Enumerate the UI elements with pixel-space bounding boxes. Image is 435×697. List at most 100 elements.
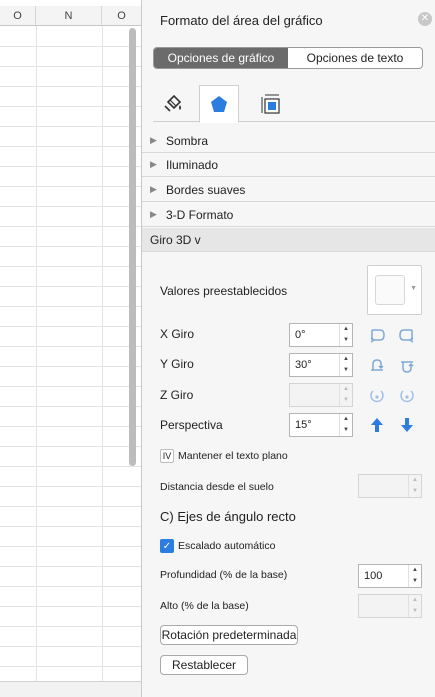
grid-line — [0, 266, 142, 267]
pane-title: Formato del área del gráfico — [160, 13, 323, 28]
column-header[interactable]: N — [36, 6, 102, 26]
tilt-down-icon[interactable] — [398, 356, 416, 374]
spreadsheet-grid[interactable]: O N O — [0, 0, 142, 697]
y-rotation-value: 30° — [295, 359, 312, 371]
stepper-down-icon[interactable]: ▼ — [409, 486, 421, 497]
grid-line — [0, 306, 142, 307]
stepper-down-icon[interactable]: ▼ — [340, 425, 352, 436]
grid-line — [0, 146, 142, 147]
autoscale-label: Escalado automático — [178, 540, 276, 552]
options-segmented-control: Opciones de gráfico Opciones de texto — [153, 47, 423, 69]
perspective-label: Perspectiva — [160, 418, 223, 432]
tilt-up-icon[interactable] — [368, 356, 386, 374]
presets-dropdown[interactable]: ▼ — [367, 265, 422, 315]
stepper-up-icon[interactable]: ▲ — [409, 565, 421, 576]
rotate-counterclockwise-icon[interactable] — [368, 386, 386, 404]
size-properties-icon[interactable] — [251, 85, 291, 122]
presets-label: Valores preestablecidos — [160, 284, 288, 298]
stepper-up-icon[interactable]: ▲ — [340, 354, 352, 365]
x-rotation-stepper[interactable]: 0° ▲ ▼ — [289, 323, 353, 347]
grid-line — [0, 86, 142, 87]
section-label: 3-D Formato — [166, 207, 234, 222]
tab-text-options[interactable]: Opciones de texto — [288, 48, 422, 68]
depth-label: Profundidad (% de la base) — [160, 569, 288, 581]
icon-tab-strip — [153, 85, 435, 123]
stepper-up-icon[interactable]: ▲ — [409, 595, 421, 606]
keep-text-flat-checkbox[interactable]: IV — [160, 449, 174, 463]
x-rotation-value: 0° — [295, 329, 306, 341]
stepper-up-icon[interactable]: ▲ — [340, 384, 352, 395]
stepper-down-icon[interactable]: ▼ — [340, 335, 352, 346]
format-chart-area-pane: Formato del área del gráfico ✕ Opciones … — [141, 0, 435, 697]
reset-button[interactable]: Restablecer — [160, 655, 248, 675]
grid-line — [0, 446, 142, 447]
rotate-left-icon[interactable] — [368, 326, 386, 344]
distance-from-ground-stepper[interactable]: ▲ ▼ — [358, 474, 422, 498]
column-header[interactable]: O — [102, 6, 142, 26]
section-label: Sombra — [166, 133, 209, 148]
right-angle-axes-label[interactable]: C) Ejes de ángulo recto — [160, 509, 296, 524]
grid-line — [0, 46, 142, 47]
stepper-down-icon[interactable]: ▼ — [409, 606, 421, 617]
rotate-clockwise-icon[interactable] — [398, 386, 416, 404]
z-rotation-label: Z Giro — [160, 388, 194, 402]
default-rotation-button[interactable]: Rotación predeterminada — [160, 625, 298, 645]
depth-value: 100 — [364, 570, 383, 582]
expand-triangle-icon: ▶ — [150, 159, 157, 169]
close-icon[interactable]: ✕ — [418, 12, 432, 26]
grid-line — [0, 286, 142, 287]
expand-triangle-icon: ▶ — [150, 209, 157, 219]
perspective-stepper[interactable]: 15° ▲ ▼ — [289, 413, 353, 437]
distance-from-ground-label: Distancia desde el suelo — [160, 481, 274, 493]
sheet-horizontal-scrollbar[interactable] — [0, 681, 142, 697]
section-3d-rotation[interactable]: Giro 3D v — [142, 228, 435, 252]
grid-line — [0, 386, 142, 387]
grid-line — [0, 666, 142, 667]
grid-line — [0, 426, 142, 427]
tab-chart-options[interactable]: Opciones de gráfico — [154, 48, 288, 68]
pentagon-effects-icon[interactable] — [199, 85, 239, 123]
depth-stepper[interactable]: 100 ▲ ▼ — [358, 564, 422, 588]
grid-line — [0, 366, 142, 367]
grid-line — [36, 26, 37, 686]
widen-field-icon[interactable] — [398, 416, 416, 434]
grid-line — [0, 166, 142, 167]
stepper-up-icon[interactable]: ▲ — [409, 475, 421, 486]
grid-line — [102, 26, 103, 686]
grid-line — [0, 226, 142, 227]
rotate-right-icon[interactable] — [398, 326, 416, 344]
grid-line — [0, 546, 142, 547]
stepper-down-icon[interactable]: ▼ — [340, 365, 352, 376]
grid-line — [0, 346, 142, 347]
section-3d-format[interactable]: ▶ 3-D Formato — [142, 203, 435, 227]
grid-line — [0, 626, 142, 627]
narrow-field-icon[interactable] — [368, 416, 386, 434]
section-soft-edges[interactable]: ▶ Bordes suaves — [142, 178, 435, 202]
z-rotation-stepper[interactable]: ▲ ▼ — [289, 383, 353, 407]
section-glow[interactable]: ▶ Iluminado — [142, 153, 435, 177]
column-header[interactable]: O — [0, 6, 36, 26]
stepper-up-icon[interactable]: ▲ — [340, 414, 352, 425]
stepper-up-icon[interactable]: ▲ — [340, 324, 352, 335]
grid-line — [0, 526, 142, 527]
stepper-down-icon[interactable]: ▼ — [340, 395, 352, 406]
stepper-down-icon[interactable]: ▼ — [409, 576, 421, 587]
grid-line — [0, 326, 142, 327]
grid-line — [0, 186, 142, 187]
grid-line — [0, 486, 142, 487]
y-rotation-label: Y Giro — [160, 357, 194, 371]
vertical-scrollbar[interactable] — [129, 28, 136, 466]
fill-bucket-icon[interactable] — [153, 85, 193, 122]
section-label: Bordes suaves — [166, 182, 246, 197]
grid-line — [0, 466, 142, 467]
autoscale-checkbox[interactable]: ✓ — [160, 539, 174, 553]
grid-line — [0, 106, 142, 107]
height-label: Alto (% de la base) — [160, 600, 249, 612]
height-stepper[interactable]: ▲ ▼ — [358, 594, 422, 618]
section-shadow[interactable]: ▶ Sombra — [142, 129, 435, 153]
expand-triangle-icon: ▶ — [150, 184, 157, 194]
y-rotation-stepper[interactable]: 30° ▲ ▼ — [289, 353, 353, 377]
grid-line — [0, 66, 142, 67]
grid-line — [0, 566, 142, 567]
chevron-down-icon: ▼ — [410, 285, 417, 292]
